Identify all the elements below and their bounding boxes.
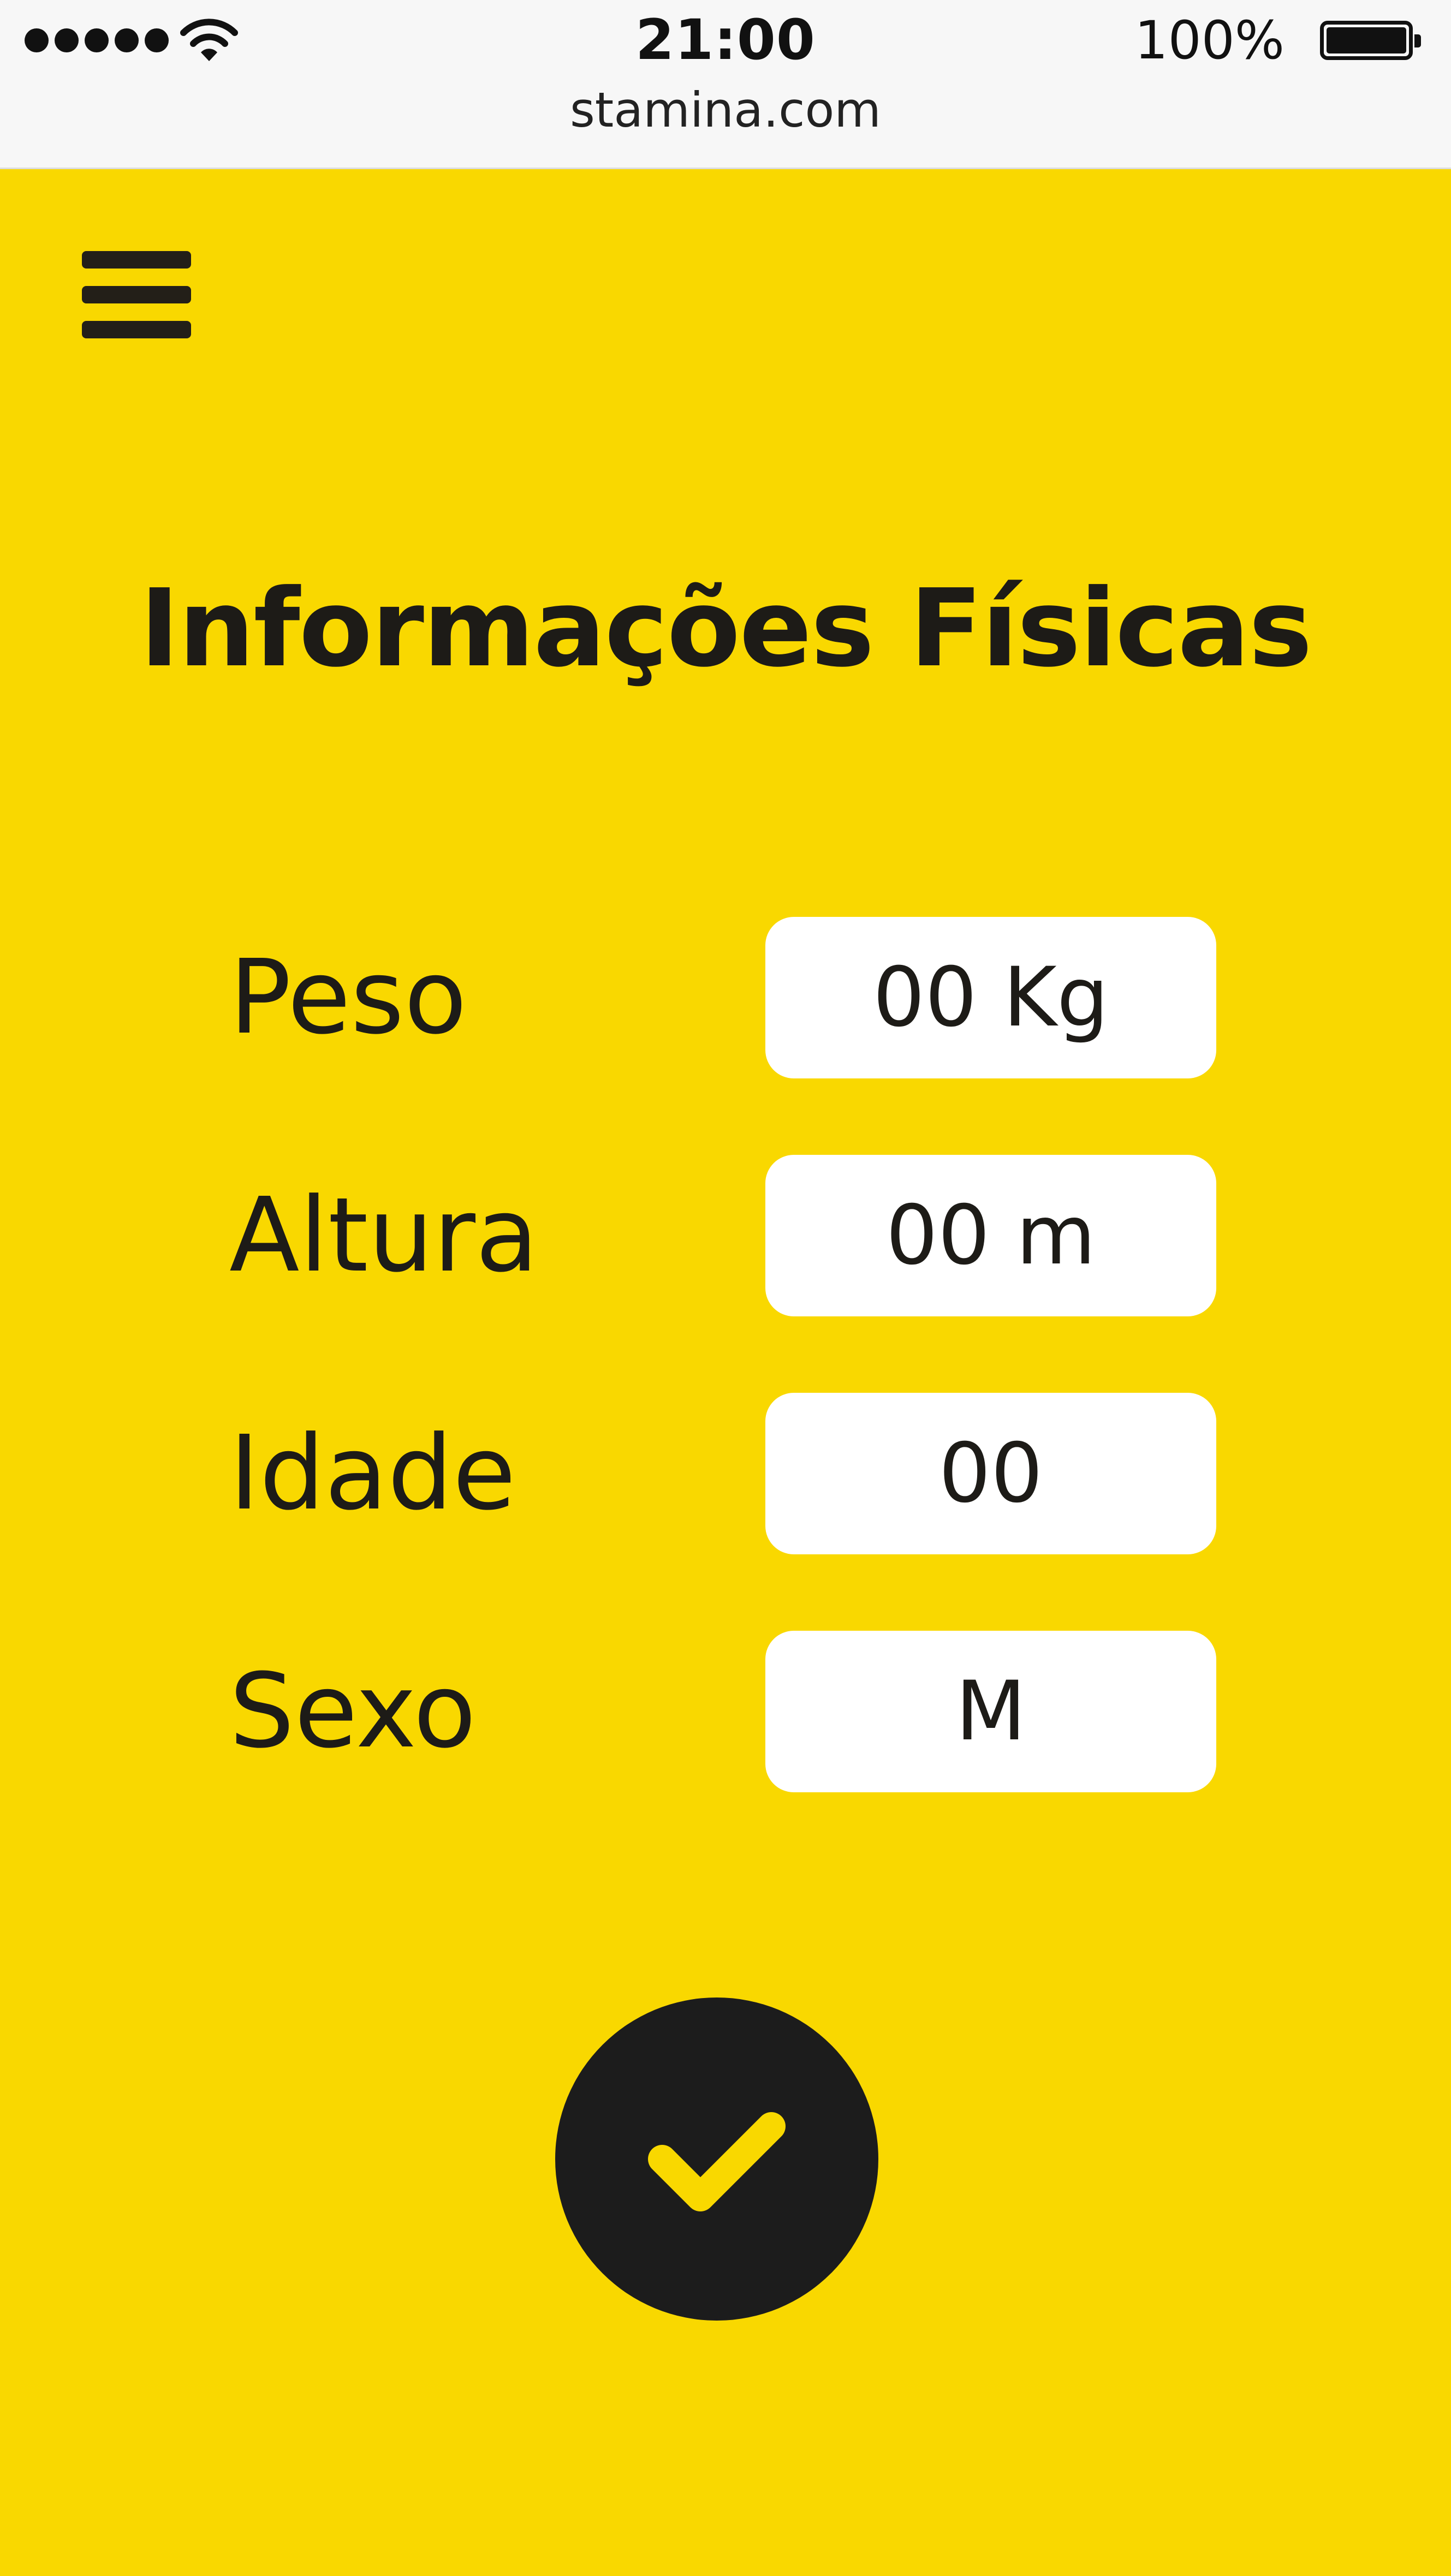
height-label: Altura <box>229 1176 539 1295</box>
height-input[interactable]: 00 m <box>765 1155 1216 1316</box>
page-title: Informações Físicas <box>139 567 1312 691</box>
age-input[interactable]: 00 <box>765 1393 1216 1554</box>
browser-status-bar: 21:00 100% stamina.com <box>0 0 1451 169</box>
hamburger-menu-icon[interactable] <box>82 246 197 344</box>
url-address[interactable]: stamina.com <box>0 82 1451 138</box>
age-label: Idade <box>229 1414 516 1533</box>
battery-percent: 100% <box>1134 10 1285 71</box>
weight-input[interactable]: 00 Kg <box>765 917 1216 1078</box>
weight-label: Peso <box>229 938 467 1057</box>
checkmark-icon <box>648 2112 786 2211</box>
sex-input[interactable]: M <box>765 1631 1216 1792</box>
battery-icon <box>1320 21 1421 60</box>
sex-label: Sexo <box>229 1651 477 1771</box>
confirm-button[interactable] <box>555 1997 878 2321</box>
